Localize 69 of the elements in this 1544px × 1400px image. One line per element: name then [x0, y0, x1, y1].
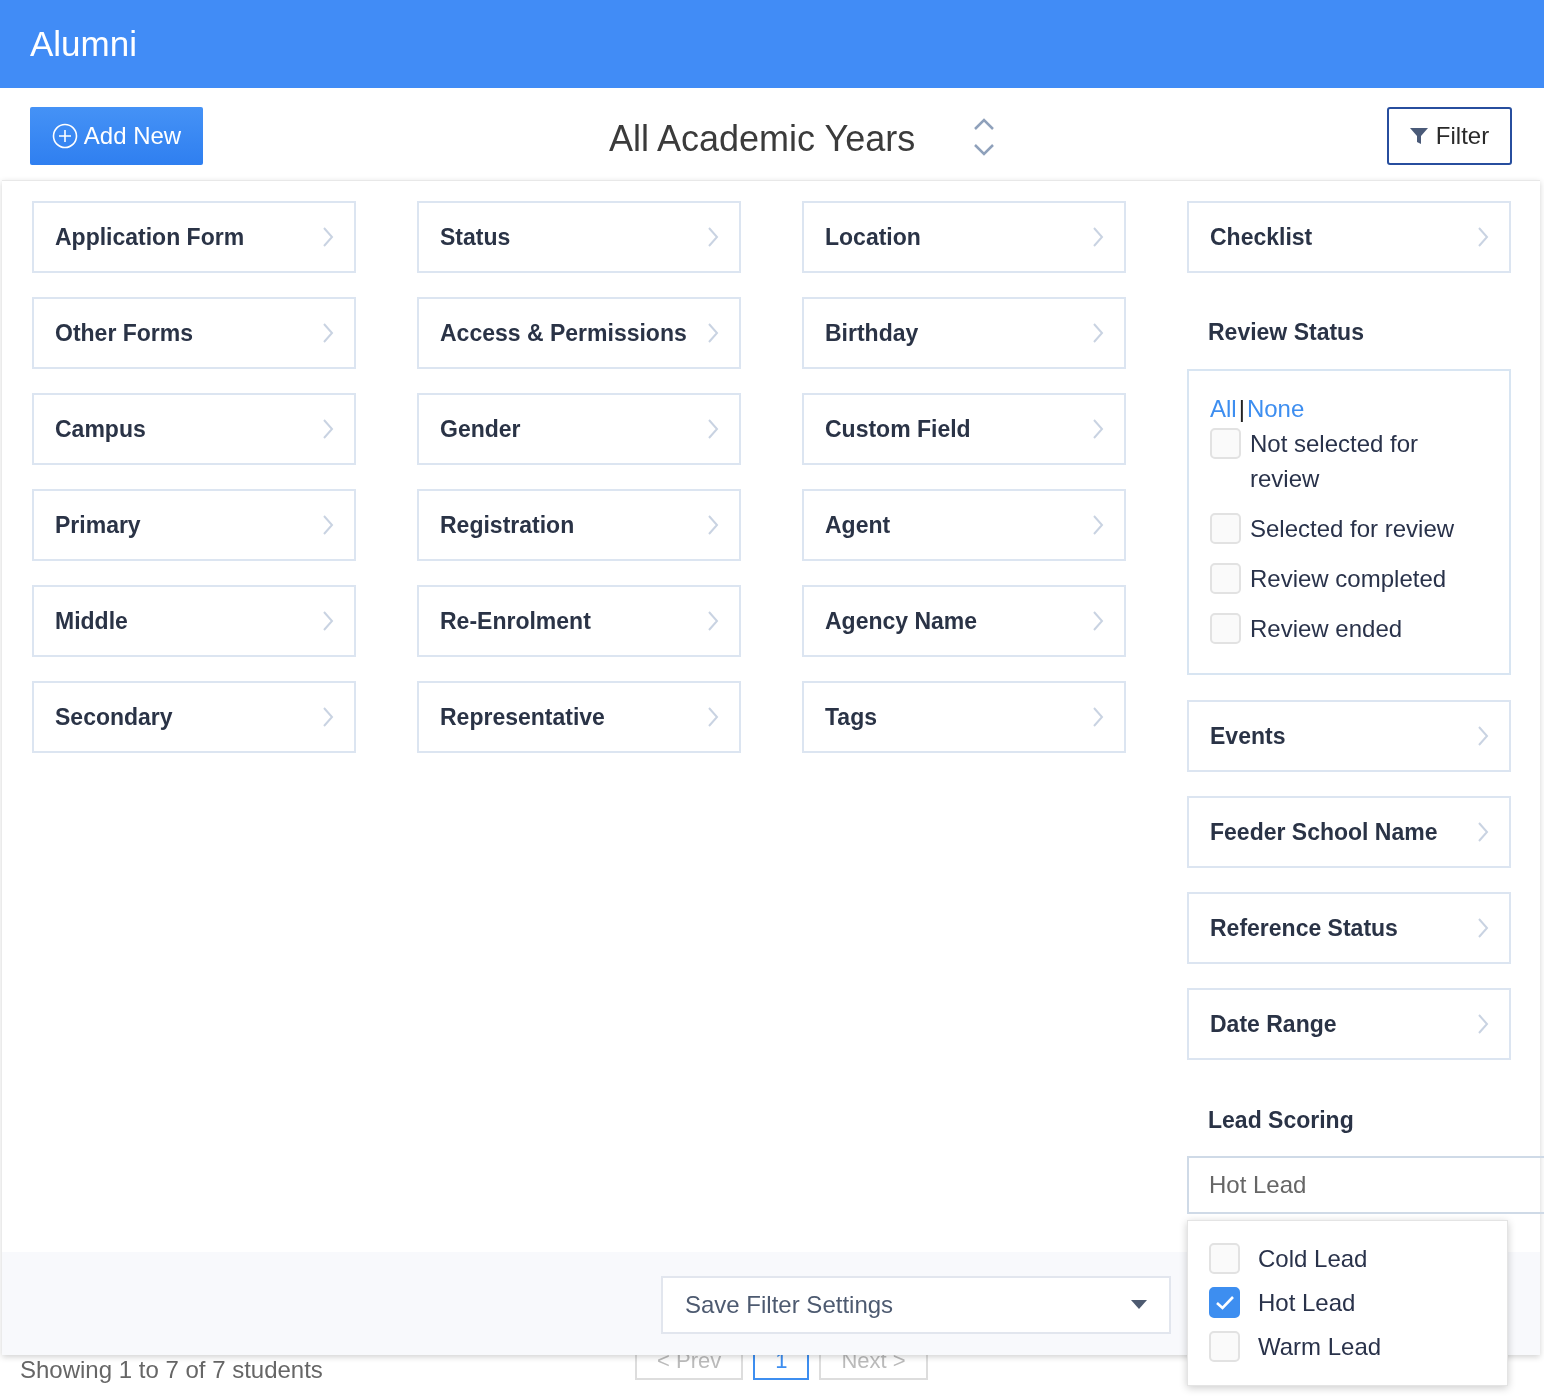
results-summary: Showing 1 to 7 of 7 students: [20, 1356, 323, 1384]
chevron-right-icon: [1092, 226, 1104, 248]
checkbox-label: Not selected for review: [1250, 429, 1420, 494]
year-selector[interactable]: All Academic Years: [609, 118, 916, 160]
chevron-right-icon: [322, 418, 334, 440]
chevron-right-icon: [1092, 706, 1104, 728]
filter-option[interactable]: Reference Status: [1187, 892, 1511, 964]
chevron-right-icon: [322, 610, 334, 632]
filter-option[interactable]: Birthday: [802, 297, 1126, 369]
chevron-right-icon: [1477, 725, 1489, 747]
plus-circle-icon: [51, 123, 78, 149]
chevron-right-icon: [1477, 1013, 1489, 1035]
section-heading: Review Status: [1207, 317, 1365, 347]
check-icon: [1214, 1294, 1235, 1311]
filter-option[interactable]: Other Forms: [32, 297, 356, 369]
checkbox-label: Warm Lead: [1258, 1332, 1382, 1362]
chevron-right-icon: [1092, 418, 1104, 440]
filter-option[interactable]: Agency Name: [802, 585, 1126, 657]
filter-option[interactable]: Application Form: [32, 201, 356, 273]
checkbox-label: Review ended: [1250, 614, 1403, 644]
filter-option[interactable]: Middle: [32, 585, 356, 657]
chevron-right-icon: [1477, 821, 1489, 843]
filter-option[interactable]: Tags: [802, 681, 1126, 753]
checkbox-label: Review completed: [1250, 564, 1447, 594]
filter-option[interactable]: Representative: [417, 681, 741, 753]
filter-option[interactable]: Location: [802, 201, 1126, 273]
chevron-right-icon: [707, 226, 719, 248]
filter-option[interactable]: Campus: [32, 393, 356, 465]
chevron-right-icon: [322, 226, 334, 248]
filter-option[interactable]: Custom Field: [802, 393, 1126, 465]
chevron-right-icon: [1092, 514, 1104, 536]
up-down-chevron-icon: [973, 118, 995, 156]
checkbox-label: Selected for review: [1250, 514, 1455, 544]
lead-scoring-field[interactable]: Hot Lead: [1187, 1156, 1544, 1214]
save-settings-select[interactable]: Save Filter Settings: [661, 1275, 1171, 1334]
filter-option[interactable]: Agent: [802, 489, 1126, 561]
chevron-right-icon: [322, 514, 334, 536]
filter-option[interactable]: Events: [1187, 700, 1511, 772]
filter-option[interactable]: Feeder School Name: [1187, 796, 1511, 868]
filter-option[interactable]: Status: [417, 201, 741, 273]
filter-button[interactable]: Filter: [1387, 107, 1512, 165]
filter-option[interactable]: Access & Permissions: [417, 297, 741, 369]
chevron-right-icon: [707, 610, 719, 632]
chevron-right-icon: [1092, 322, 1104, 344]
chevron-right-icon: [707, 418, 719, 440]
page-title: Alumni: [30, 24, 137, 64]
filter-option[interactable]: Secondary: [32, 681, 356, 753]
add-new-button[interactable]: Add New: [30, 107, 203, 165]
chevron-right-icon: [1477, 226, 1489, 248]
checkbox[interactable]: [1209, 1287, 1240, 1318]
filter-option[interactable]: Checklist: [1187, 201, 1511, 273]
chevron-right-icon: [322, 322, 334, 344]
filter-option[interactable]: Primary: [32, 489, 356, 561]
chevron-right-icon: [707, 322, 719, 344]
chevron-right-icon: [1477, 917, 1489, 939]
filter-option[interactable]: Date Range: [1187, 988, 1511, 1060]
chevron-right-icon: [707, 514, 719, 536]
separator: |: [1238, 395, 1245, 423]
chevron-right-icon: [322, 706, 334, 728]
checkbox-label: Hot Lead: [1258, 1288, 1356, 1318]
chevron-right-icon: [707, 706, 719, 728]
filter-option[interactable]: Registration: [417, 489, 741, 561]
chevron-right-icon: [1092, 610, 1104, 632]
checkbox-label: Cold Lead: [1258, 1244, 1368, 1274]
filter-option[interactable]: Re-Enrolment: [417, 585, 741, 657]
caret-down-icon: [1131, 1300, 1147, 1309]
section-heading: Lead Scoring: [1207, 1105, 1355, 1135]
funnel-icon: [1409, 127, 1428, 145]
filter-option[interactable]: Gender: [417, 393, 741, 465]
